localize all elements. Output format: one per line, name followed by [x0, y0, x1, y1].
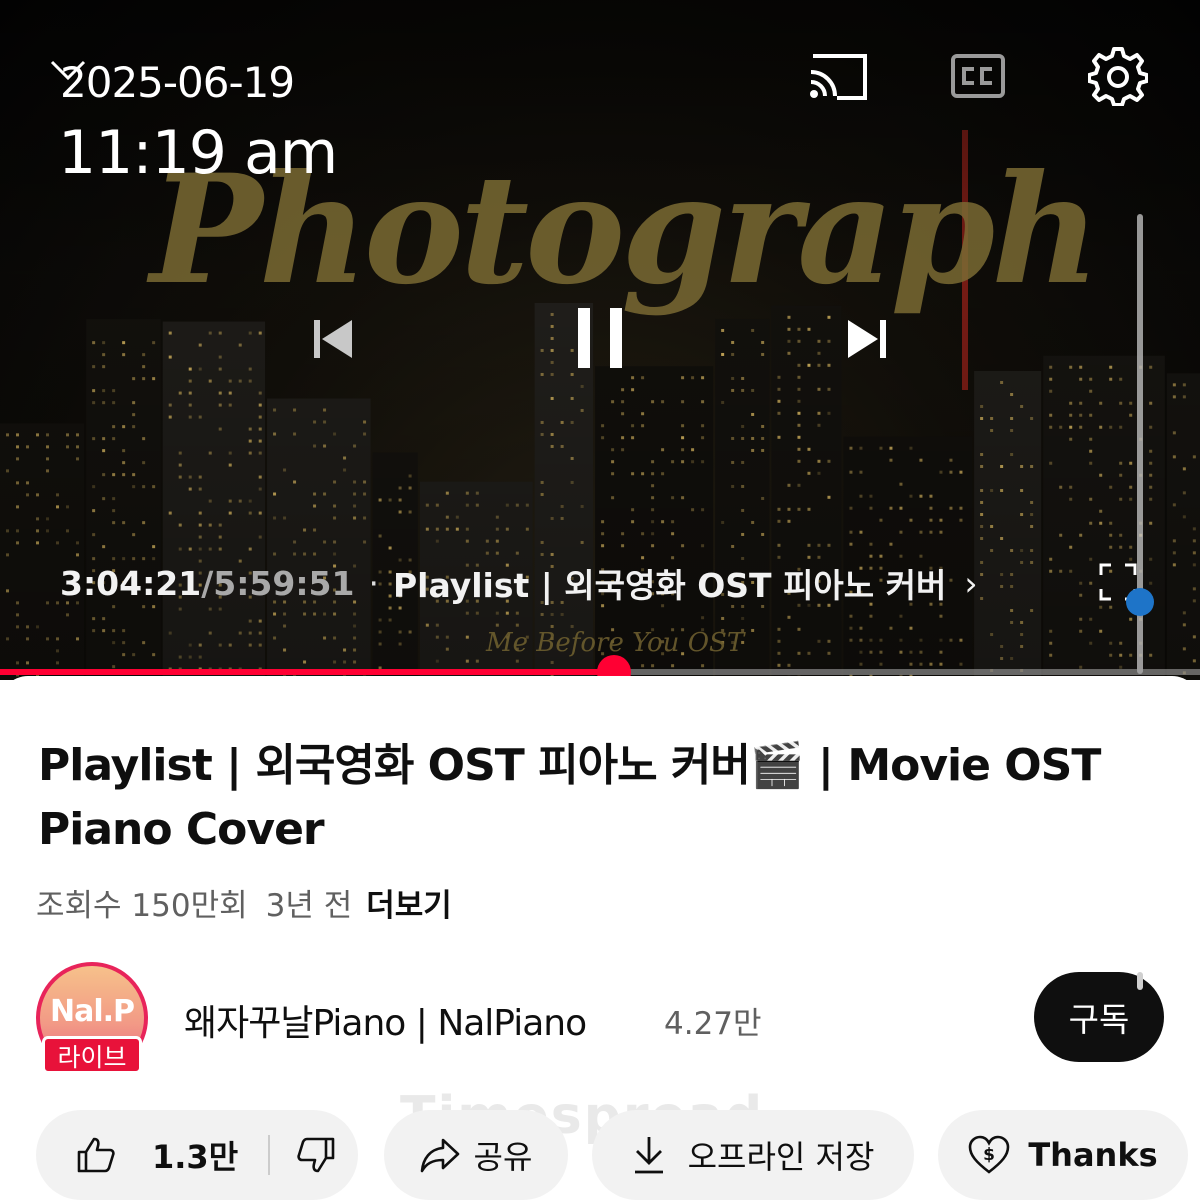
- upload-age: 3년 전: [265, 888, 353, 924]
- svg-text:$: $: [983, 1145, 995, 1165]
- subscriber-count: 4.27만: [664, 1006, 762, 1042]
- thumbs-up-icon: [77, 1137, 115, 1173]
- like-count: 1.3만: [152, 1138, 239, 1176]
- settings-button[interactable]: [1086, 44, 1150, 108]
- share-arrow-icon: [420, 1138, 459, 1173]
- heart-dollar-icon: $: [969, 1135, 1010, 1174]
- time-separator: /: [201, 563, 214, 603]
- cast-icon: [810, 54, 867, 100]
- like-divider: [268, 1135, 271, 1175]
- captions-button[interactable]: [946, 44, 1010, 108]
- status-date: 2025-06-19: [60, 58, 295, 107]
- like-button[interactable]: 1.3만: [36, 1132, 238, 1178]
- download-button[interactable]: 오프라인 저장: [592, 1110, 914, 1200]
- side-scrollbar-thumb[interactable]: [1126, 588, 1154, 616]
- chapter-chevron-icon[interactable]: ›: [964, 564, 977, 603]
- video-overlay-subtitle: Me Before You OST: [486, 628, 745, 658]
- avatar-logo-text: Nal.P: [49, 994, 135, 1029]
- more-button[interactable]: 더보기: [366, 888, 452, 924]
- progress-bar-fill: [0, 669, 615, 675]
- live-badge: 라이브: [42, 1036, 142, 1074]
- cast-button[interactable]: [806, 44, 870, 108]
- next-icon[interactable]: [842, 316, 892, 362]
- subscribe-button[interactable]: 구독: [1034, 972, 1164, 1062]
- previous-icon[interactable]: [308, 316, 358, 362]
- total-time: 5:59:51: [213, 563, 355, 603]
- status-time: 11:19 am: [58, 118, 338, 188]
- dislike-button[interactable]: [296, 1136, 336, 1174]
- share-button[interactable]: 공유: [384, 1110, 568, 1200]
- video-title[interactable]: Playlist | 외국영화 OST 피아노 커버🎬 | Movie OST …: [38, 734, 1148, 862]
- view-count: 조회수 150만회: [36, 888, 248, 924]
- share-label: 공유: [473, 1138, 533, 1176]
- download-label: 오프라인 저장: [687, 1138, 875, 1176]
- like-dislike-pill: 1.3만: [36, 1110, 358, 1200]
- sheet-scroll-indicator: [1137, 972, 1143, 990]
- download-icon: [634, 1137, 663, 1174]
- time-and-chapter-bar[interactable]: 3:04:21 / 5:59:51 · Playlist | 외국영화 OST …: [60, 560, 978, 606]
- current-time: 3:04:21: [60, 563, 202, 603]
- thanks-button[interactable]: $ Thanks: [938, 1110, 1188, 1200]
- cc-icon: [951, 54, 1005, 98]
- channel-name[interactable]: 왜자꾸날Piano | NalPiano: [184, 994, 587, 1046]
- thumbs-down-icon: [297, 1137, 335, 1173]
- pause-icon[interactable]: [572, 306, 628, 370]
- video-meta[interactable]: 조회수 150만회 3년 전 더보기: [36, 880, 452, 925]
- chapter-title[interactable]: Playlist | 외국영화 OST 피아노 커버: [393, 559, 946, 607]
- settings-gear-icon: [1088, 47, 1148, 106]
- thanks-label: Thanks: [1028, 1136, 1158, 1174]
- chapter-dot: ·: [368, 563, 379, 603]
